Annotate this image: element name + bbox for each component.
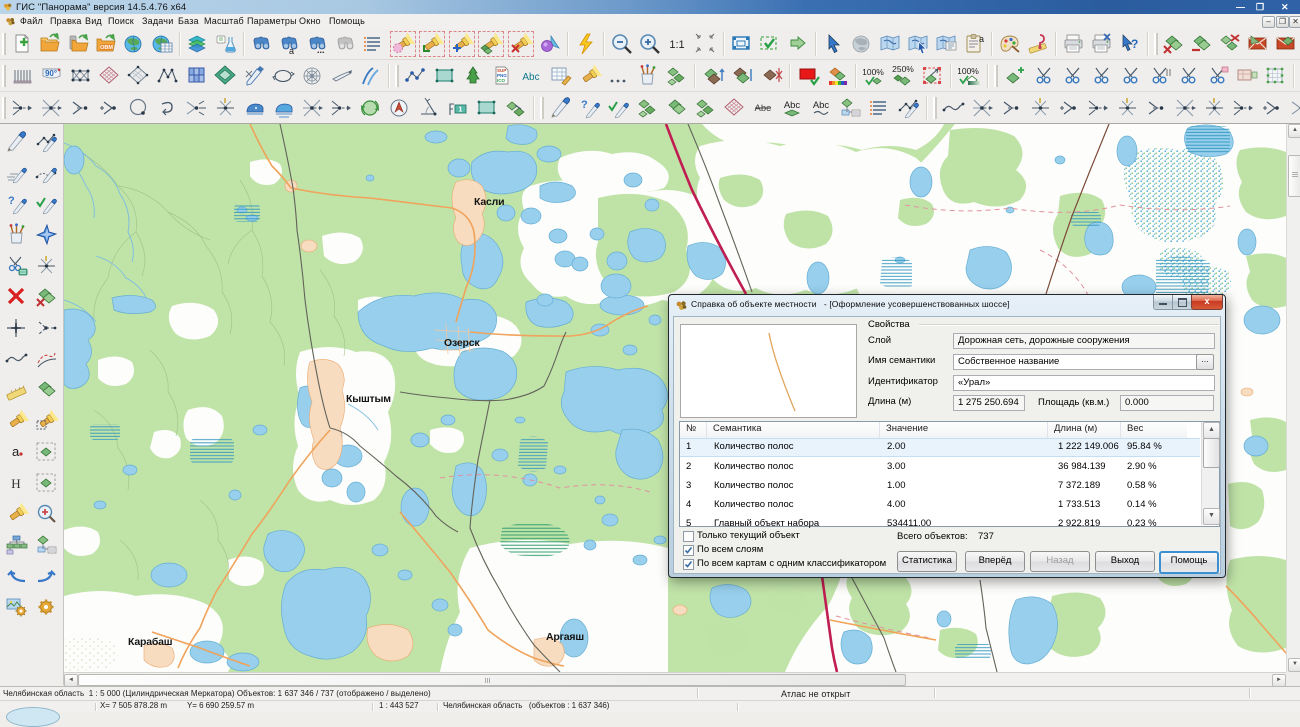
svg-text:Озерск: Озерск: [444, 337, 480, 349]
svg-text:Аргаяш: Аргаяш: [546, 631, 584, 643]
svg-text:Карабаш: Карабаш: [128, 636, 172, 648]
svg-text:Кыштым: Кыштым: [346, 393, 391, 405]
svg-text:Касли: Касли: [474, 196, 504, 208]
